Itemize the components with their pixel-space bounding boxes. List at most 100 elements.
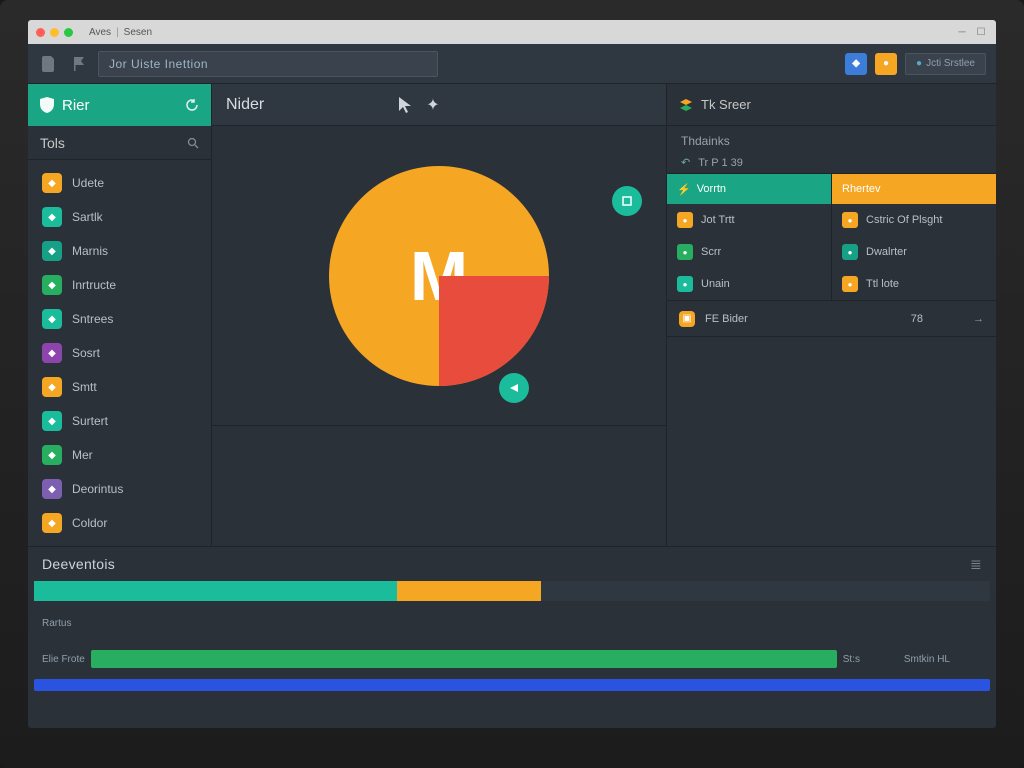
sidebar-item-label: Deorintus	[72, 482, 123, 496]
colA-row-0[interactable]: ● Jot Trtt	[667, 204, 831, 236]
sidebar-item-10[interactable]: ◆ Coldor	[28, 506, 211, 540]
cursor-icon	[398, 96, 412, 114]
colB-row-2[interactable]: ● Ttl lote	[832, 268, 996, 300]
sidebar-item-1[interactable]: ◆ Sartlk	[28, 200, 211, 234]
sidebar-item-8[interactable]: ◆ Mer	[28, 438, 211, 472]
action-dot-top[interactable]	[612, 186, 642, 216]
menu-icon[interactable]: ≣	[970, 556, 982, 573]
sidebar-item-icon: ◆	[42, 513, 62, 533]
row-icon: ●	[677, 212, 693, 228]
sidebar-item-icon: ◆	[42, 275, 62, 295]
folder-icon: ▣	[679, 311, 695, 327]
sidebar-item-6[interactable]: ◆Smtt	[28, 370, 211, 404]
tab-sesen[interactable]: Sesen	[124, 27, 152, 38]
row-label: Ttl lote	[866, 278, 899, 290]
right-panel: Tk Sreer Thdainks ↶ Tr P 1 39 ⚡ Vorrtn ●…	[666, 84, 996, 546]
refresh-icon[interactable]	[185, 98, 199, 112]
col-a-header[interactable]: ⚡ Vorrtn	[667, 174, 831, 204]
minimize-traffic-light[interactable]	[50, 28, 59, 37]
window-max-icon[interactable]: ☐	[974, 25, 988, 39]
colB-row-1[interactable]: ● Dwalrter	[832, 236, 996, 268]
forward-icon[interactable]: →	[973, 313, 984, 325]
star-icon[interactable]: ✦	[426, 95, 439, 115]
zoom-traffic-light[interactable]	[64, 28, 73, 37]
row-label: Cstric Of Plsght	[866, 214, 942, 226]
row-icon: ●	[842, 244, 858, 260]
right-info-line: ↶ Tr P 1 39	[667, 152, 996, 173]
sidebar-item-icon: ◆	[42, 309, 62, 329]
sidebar-item-label: Coldor	[72, 516, 107, 530]
sidebar-item-label: Sosrt	[72, 346, 100, 360]
bottom-title: Deeventois	[42, 556, 115, 572]
sidebar-item-5[interactable]: ◆ Sosrt	[28, 336, 211, 370]
timeline-row-2[interactable]: Elie Frote St:s Smtkin HL	[34, 645, 990, 673]
center-tabbar: Nider ✦	[212, 84, 666, 126]
sidebar-list: ◆Udete◆Sartlk◆Marnis◆Inrtructe◆Sntrees◆S…	[28, 160, 211, 546]
center-panel: Nider ✦ M	[212, 84, 666, 546]
sidebar-item-label: Mer	[72, 448, 93, 462]
sidebar-item-label: Marnis	[72, 244, 108, 258]
tab-aves[interactable]: Aves	[89, 27, 111, 38]
timeline-ruler[interactable]	[34, 581, 990, 601]
ruler-seg-orange	[397, 581, 540, 601]
flag-icon[interactable]	[68, 53, 90, 75]
row-label: Jot Trtt	[701, 214, 735, 226]
colA-row-1[interactable]: ● Scrr	[667, 236, 831, 268]
logo-area: M	[212, 126, 666, 426]
sidebar-item-label: Surtert	[72, 414, 108, 428]
timeline-bar-green[interactable]	[91, 650, 837, 668]
titlebar: Aves | Sesen ─ ☐	[28, 20, 996, 44]
timeline-scrollbar[interactable]	[34, 679, 990, 691]
row-icon: ●	[842, 276, 858, 292]
sidebar-item-icon: ◆	[42, 445, 62, 465]
right-header: Tk Sreer	[667, 84, 996, 126]
sidebar-item-2[interactable]: ◆ Marnis	[28, 234, 211, 268]
row-icon: ●	[677, 276, 693, 292]
action-dot-bottom[interactable]	[499, 373, 529, 403]
sidebar-item-label: Inrtructe	[72, 278, 116, 292]
sidebar: Rier Tols ◆ Udete ◆ Sartlk ◆ Marnis ◆ Inrtructe…	[28, 84, 212, 546]
colA-row-2[interactable]: ● Unain	[667, 268, 831, 300]
right-col-a: ⚡ Vorrtn ● Jot Trtt ● Scrr ● Unain	[667, 174, 831, 300]
bottom-panel: Deeventois ≣ Rartus Elie Frote St:s Smtk…	[28, 546, 996, 728]
toolbar-chip-blue[interactable]: ◆	[845, 53, 867, 75]
sidebar-item-label: Sartlk	[72, 210, 103, 224]
shield-icon	[40, 97, 54, 113]
col-b-header[interactable]: Rhertev	[832, 174, 996, 204]
toolbar-chip-orange[interactable]: ●	[875, 53, 897, 75]
sidebar-item-icon: ◆	[42, 207, 62, 227]
sidebar-item-3[interactable]: ◆ Inrtructe	[28, 268, 211, 302]
colB-row-0[interactable]: ●Cstric Of Plsght	[832, 204, 996, 236]
sidebar-item-4[interactable]: ◆ Sntrees	[28, 302, 211, 336]
address-bar[interactable]: Jor Uiste Inettion	[98, 51, 438, 77]
timeline-row-1[interactable]: Rartus	[34, 609, 990, 637]
row-label: Dwalrter	[866, 246, 907, 258]
sidebar-section[interactable]: Tols	[28, 126, 211, 160]
right-footer: ▣ FE Bider 78 →	[667, 301, 996, 337]
brand-circle: M	[329, 166, 549, 386]
sidebar-item-label: Udete	[72, 176, 104, 190]
sidebar-header[interactable]: Rier	[28, 84, 211, 126]
ruler-seg-teal	[34, 581, 397, 601]
back-icon[interactable]: ↶	[681, 156, 690, 169]
sidebar-item-icon: ◆	[42, 241, 62, 261]
search-icon[interactable]	[187, 137, 199, 149]
sidebar-item-7[interactable]: ◆Surtert	[28, 404, 211, 438]
close-traffic-light[interactable]	[36, 28, 45, 37]
file-icon[interactable]	[38, 53, 60, 75]
sidebar-item-9[interactable]: ◆Deorintus	[28, 472, 211, 506]
row-label: Unain	[701, 278, 730, 290]
row-label: Scrr	[701, 246, 721, 258]
sidebar-item-label: Sntrees	[72, 312, 113, 326]
address-text: Jor Uiste Inettion	[109, 57, 208, 71]
center-title: Nider	[226, 96, 264, 114]
right-subtitle: Thdainks	[667, 126, 996, 152]
sidebar-item-icon: ◆	[42, 343, 62, 363]
sidebar-item-icon: ◆	[42, 173, 62, 193]
status-pill[interactable]: ● Jcti Srstlee	[905, 53, 986, 75]
bolt-icon: ⚡	[677, 183, 691, 196]
footer-value: 78	[911, 313, 923, 325]
row-icon: ●	[677, 244, 693, 260]
window-min-icon[interactable]: ─	[955, 25, 969, 39]
sidebar-item-0[interactable]: ◆ Udete	[28, 166, 211, 200]
